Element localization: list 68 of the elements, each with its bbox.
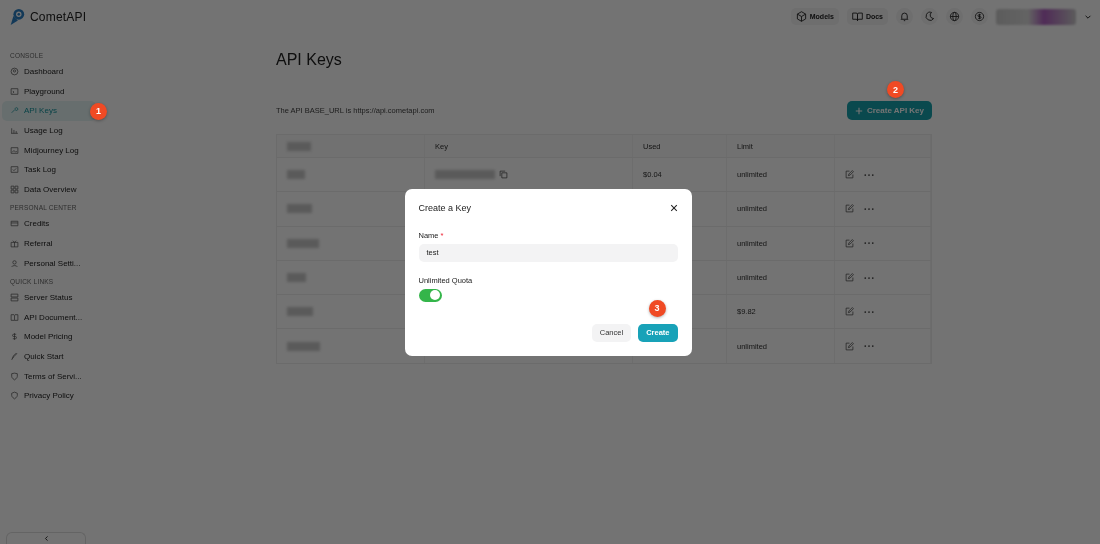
sidebar-item[interactable]: Referral	[2, 233, 122, 254]
blurred-name	[287, 204, 312, 214]
comet-logo-icon	[8, 7, 26, 26]
moon-icon[interactable]	[921, 8, 938, 25]
more-icon[interactable]	[864, 172, 874, 177]
more-icon[interactable]	[864, 309, 874, 314]
menu-item-icon	[10, 293, 19, 303]
sidebar-item[interactable]: Task Log	[2, 159, 122, 180]
sidebar-item[interactable]: Credits	[2, 214, 122, 234]
more-icon[interactable]	[864, 275, 874, 280]
menu-item-icon	[10, 126, 19, 136]
globe-icon[interactable]	[946, 8, 963, 25]
edit-icon[interactable]	[845, 238, 854, 248]
sidebar-item[interactable]: Model Pricing	[2, 327, 122, 347]
dollar-coin-icon[interactable]	[971, 8, 988, 25]
blurred-name	[287, 170, 305, 180]
menu-item-icon	[10, 258, 19, 268]
menu-item-icon	[10, 165, 19, 175]
edit-icon[interactable]	[845, 341, 854, 351]
sidebar-item[interactable]: Privacy Policy	[2, 385, 122, 406]
menu-item-icon	[10, 312, 19, 322]
menu-item-icon	[10, 219, 19, 229]
blurred-user-avatar[interactable]	[996, 8, 1076, 25]
step-marker: 3	[648, 299, 666, 317]
more-icon[interactable]	[864, 206, 874, 211]
blurred-name	[287, 273, 306, 283]
menu-item-icon	[10, 145, 19, 155]
sidebar-item[interactable]: Midjourney Log	[2, 140, 122, 160]
create-api-key-button[interactable]: Create API Key	[846, 101, 932, 120]
bell-icon[interactable]	[896, 8, 913, 25]
menu-item-icon	[10, 86, 19, 96]
menu-item-icon	[10, 184, 19, 194]
edit-icon[interactable]	[845, 307, 854, 317]
page-title: API Keys	[276, 51, 343, 69]
copy-icon[interactable]	[499, 170, 508, 180]
menu-item-icon	[10, 239, 19, 249]
blurred-name	[287, 307, 313, 317]
sidebar-item[interactable]: Personal Setti...	[2, 253, 122, 273]
step-marker: 2	[886, 81, 904, 98]
sidebar-item[interactable]: API Document...	[2, 307, 122, 328]
blurred-name	[287, 238, 319, 248]
sidebar-item[interactable]: Playground	[2, 81, 122, 102]
edit-icon[interactable]	[845, 273, 854, 283]
sidebar-item[interactable]: Terms of Servi...	[2, 366, 122, 386]
more-icon[interactable]	[864, 241, 874, 246]
menu-item-icon	[10, 352, 19, 361]
plus-icon	[854, 106, 863, 115]
chevron-left-icon	[42, 535, 50, 542]
brand-name: CometAPI	[30, 9, 87, 24]
sidebar-item[interactable]: Dashboard	[2, 62, 122, 82]
edit-icon[interactable]	[845, 204, 854, 214]
menu-item-icon	[10, 332, 19, 342]
sidebar-item[interactable]: Usage Log	[2, 120, 122, 141]
quota-toggle[interactable]	[418, 288, 442, 302]
more-icon[interactable]	[864, 344, 874, 349]
blurred-key	[435, 170, 495, 180]
sidebar-item[interactable]: Quick Start	[2, 346, 122, 367]
dialog-title: Create a Key	[418, 202, 472, 213]
sidebar-item[interactable]: Server Status	[2, 287, 122, 308]
menu-item-icon	[10, 67, 19, 77]
sidebar-item[interactable]: Data Overview	[2, 179, 122, 200]
cube-icon	[795, 11, 807, 22]
sidebar-item[interactable]: API Keys	[2, 101, 96, 121]
book-icon	[851, 11, 863, 22]
close-icon[interactable]	[669, 203, 678, 212]
edit-icon[interactable]	[845, 170, 854, 180]
blurred-name	[287, 341, 320, 351]
menu-item-icon	[10, 106, 19, 116]
